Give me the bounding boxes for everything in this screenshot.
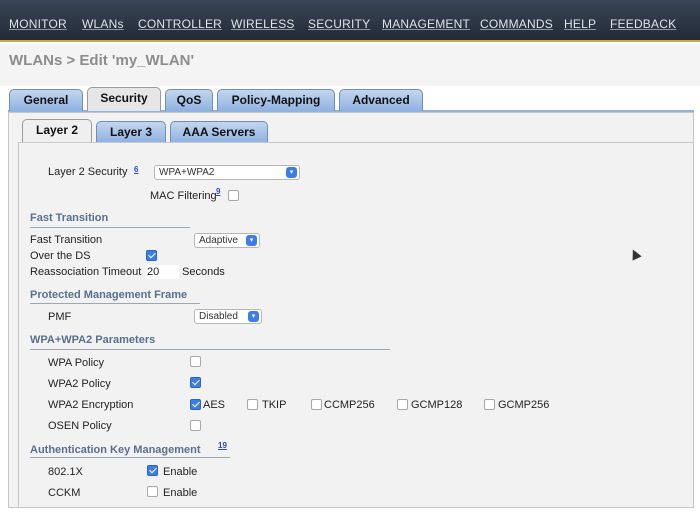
mac-filtering-help-link[interactable]: 9 [216,187,220,196]
fast-transition-heading: Fast Transition [30,212,109,224]
menu-wlans[interactable]: WLANs [82,17,124,31]
tab-advanced[interactable]: Advanced [339,89,423,111]
mac-filtering-checkbox[interactable] [228,190,239,201]
wpa2-policy-checkbox[interactable] [190,377,201,388]
cipher-ccmp256-checkbox[interactable] [311,399,322,410]
top-menu-bar: MONITOR WLANs CONTROLLER WIRELESS SECURI… [0,0,700,42]
subtab-divider [18,142,694,143]
wpa2-policy-label: WPA2 Policy [48,378,111,390]
menu-help[interactable]: HELP [564,17,596,31]
pmf-rule [30,303,200,304]
akm-8021x-checkbox[interactable] [147,465,158,476]
menu-monitor[interactable]: MONITOR [9,17,67,31]
tab-policy-mapping[interactable]: Policy-Mapping [217,89,335,111]
layer2-security-value: WPA+WPA2 [159,167,215,178]
menu-management[interactable]: MANAGEMENT [382,17,470,31]
wpa2-encryption-label: WPA2 Encryption [48,399,134,411]
akm-cckm-checkbox[interactable] [147,486,158,497]
cipher-aes-label: AES [203,399,226,411]
fast-transition-rule [30,227,190,228]
pmf-heading: Protected Management Frame [30,289,188,301]
menu-wireless[interactable]: WIRELESS [231,17,295,31]
pmf-value: Disabled [199,311,238,322]
menu-controller[interactable]: CONTROLLER [138,17,222,31]
tab-general[interactable]: General [9,89,83,111]
pmf-select[interactable]: Disabled ▾ [194,309,262,324]
fast-transition-select[interactable]: Adaptive ▾ [194,233,260,248]
menu-feedback[interactable]: FEEDBACK [610,17,676,31]
subtab-aaa-servers[interactable]: AAA Servers [170,121,268,142]
akm-8021x-label: 802.1X [48,466,83,478]
akm-8021x-enable-label: Enable [163,466,198,478]
reassociation-timeout-input[interactable]: 20 [145,265,179,279]
over-the-ds-label: Over the DS [30,250,91,262]
osen-policy-label: OSEN Policy [48,420,112,432]
wpa-parameters-heading: WPA+WPA2 Parameters [30,334,156,346]
fast-transition-label: Fast Transition [30,234,103,246]
tab-qos[interactable]: QoS [165,89,213,111]
inner-panel-border [18,143,19,508]
akm-help-link[interactable]: 19 [218,441,227,450]
wpa-parameters-rule [30,349,390,350]
page-header: WLANs > Edit 'my_WLAN' [0,44,700,86]
chevron-updown-icon: ▾ [286,167,297,178]
over-the-ds-checkbox[interactable] [146,250,157,261]
chevron-updown-icon: ▾ [248,311,259,322]
menu-security[interactable]: SECURITY [308,17,370,31]
menu-commands[interactable]: COMMANDS [480,17,553,31]
reassociation-timeout-unit: Seconds [182,266,225,278]
layer2-security-help-link[interactable]: 6 [134,165,138,174]
akm-cckm-enable-label: Enable [163,487,198,499]
osen-policy-checkbox[interactable] [190,420,201,431]
fast-transition-value: Adaptive [199,235,238,246]
akm-heading: Authentication Key Management [30,444,201,456]
akm-rule [30,457,230,458]
akm-cckm-label: CCKM [48,487,81,499]
subtab-layer3[interactable]: Layer 3 [96,121,166,142]
cipher-aes-checkbox[interactable] [190,399,201,410]
tab-security[interactable]: Security [87,87,161,111]
pmf-label: PMF [48,311,72,323]
cipher-ccmp256-label: CCMP256 [324,399,375,411]
reassociation-timeout-label: Reassociation Timeout [30,266,142,278]
cipher-gcmp256-label: GCMP256 [498,399,550,411]
mac-filtering-label: MAC Filtering [150,190,217,202]
cipher-tkip-checkbox[interactable] [247,399,258,410]
cipher-tkip-label: TKIP [262,399,287,411]
page-title: WLANs > Edit 'my_WLAN' [9,52,195,69]
wpa-policy-checkbox[interactable] [190,356,201,367]
chevron-updown-icon: ▾ [246,235,257,246]
subtab-layer2[interactable]: Layer 2 [22,119,92,142]
layer2-security-select[interactable]: WPA+WPA2 ▾ [154,165,300,180]
cipher-gcmp128-checkbox[interactable] [397,399,408,410]
wpa-policy-label: WPA Policy [48,357,105,369]
cipher-gcmp256-checkbox[interactable] [484,399,495,410]
cipher-gcmp128-label: GCMP128 [411,399,463,411]
layer2-security-label: Layer 2 Security [48,166,128,178]
